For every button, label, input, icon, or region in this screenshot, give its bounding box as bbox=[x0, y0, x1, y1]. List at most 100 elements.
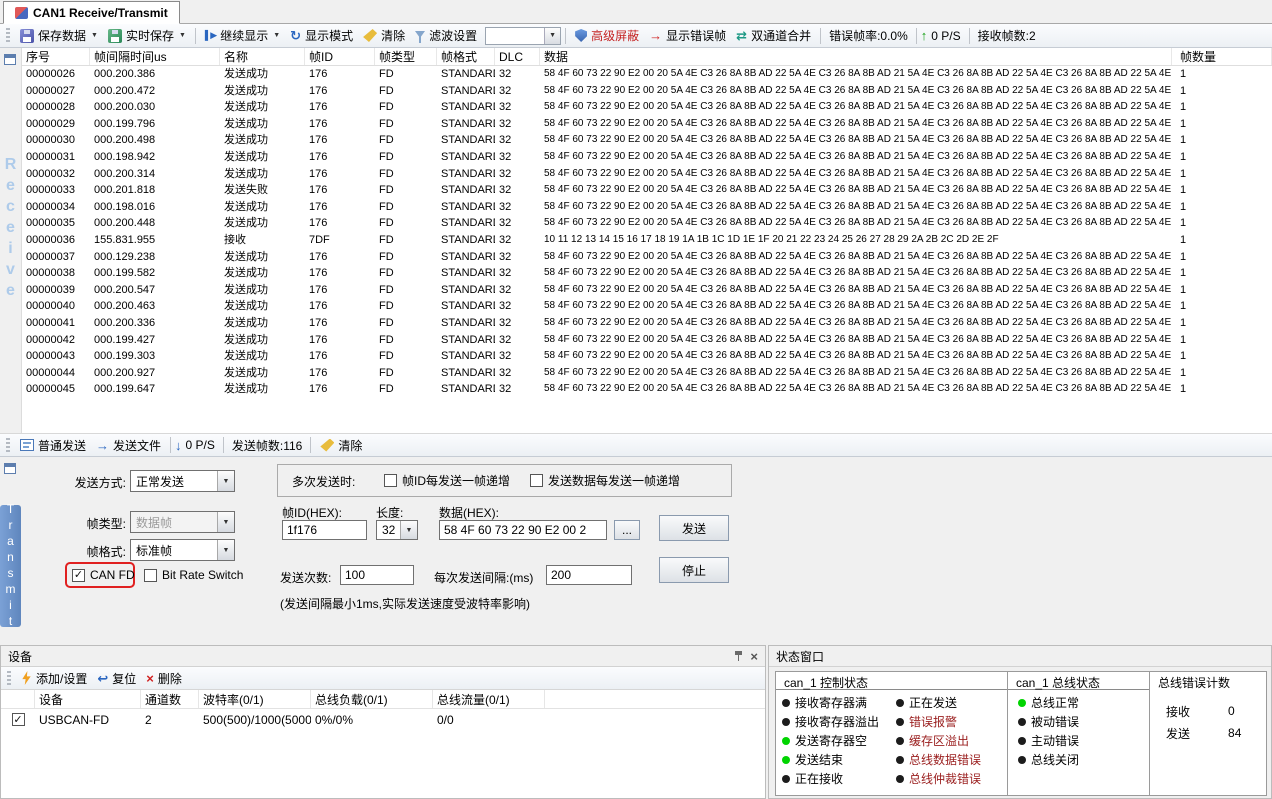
rx-col-header-count[interactable]: 帧数量 bbox=[1172, 48, 1272, 65]
rx-cell-seq: 00000044 bbox=[22, 365, 90, 382]
rx-table-row[interactable]: 00000028000.200.030发送成功176FDSTANDARD3258… bbox=[22, 99, 1272, 116]
dual-channel-merge-button[interactable]: ⇄ 双通道合并 bbox=[731, 25, 816, 46]
id-increase-checkbox-row[interactable]: 帧ID每发送一帧递增 bbox=[384, 472, 510, 489]
rx-table-row[interactable]: 00000031000.198.942发送成功176FDSTANDARD3258… bbox=[22, 149, 1272, 166]
rx-table-row[interactable]: 00000033000.201.818发送失败176FDSTANDARD3258… bbox=[22, 182, 1272, 199]
rx-table-row[interactable]: 00000042000.199.427发送成功176FDSTANDARD3258… bbox=[22, 332, 1272, 349]
reset-button[interactable]: ↩ 复位 bbox=[92, 668, 141, 689]
filter-settings-button[interactable]: 滤波设置 bbox=[410, 25, 482, 46]
window-restore-icon[interactable] bbox=[4, 54, 16, 65]
control-status-title: can_1 控制状态 bbox=[776, 672, 1007, 690]
window-restore-icon[interactable] bbox=[4, 463, 16, 474]
continue-display-button[interactable]: ▌▶ 继续显示 ▼ bbox=[200, 25, 285, 46]
rx-cell-count: 1 bbox=[1172, 348, 1272, 365]
rx-col-header-name[interactable]: 名称 bbox=[220, 48, 305, 65]
canfd-checkbox[interactable] bbox=[72, 569, 85, 582]
add-settings-button[interactable]: 添加/设置 bbox=[16, 668, 92, 689]
status-dot bbox=[896, 756, 904, 764]
brs-checkbox[interactable] bbox=[144, 569, 157, 582]
chevron-down-icon[interactable]: ▼ bbox=[91, 32, 98, 39]
chevron-down-icon[interactable]: ▼ bbox=[217, 540, 234, 560]
device-col-device[interactable]: 设备 bbox=[35, 690, 141, 708]
clear-button[interactable]: 清除 bbox=[358, 25, 410, 46]
rx-table-row[interactable]: 00000032000.200.314发送成功176FDSTANDARD3258… bbox=[22, 166, 1272, 183]
tab-can1-receive-transmit[interactable]: CAN1 Receive/Transmit bbox=[3, 1, 180, 24]
transmit-vertical-tab[interactable]: Transmit bbox=[0, 505, 21, 627]
rx-table-row[interactable]: 00000040000.200.463发送成功176FDSTANDARD3258… bbox=[22, 298, 1272, 315]
save-data-button[interactable]: 保存数据 ▼ bbox=[15, 25, 103, 46]
rx-col-header-seq[interactable]: 序号 bbox=[22, 48, 90, 65]
rx-col-header-format[interactable]: 帧格式 bbox=[437, 48, 495, 65]
more-data-button[interactable]: ... bbox=[614, 520, 640, 540]
chevron-down-icon[interactable]: ▼ bbox=[273, 32, 280, 39]
rx-table-row[interactable]: 00000041000.200.336发送成功176FDSTANDARD3258… bbox=[22, 315, 1272, 332]
data-hex-input[interactable] bbox=[439, 520, 607, 540]
rx-table-row[interactable]: 00000029000.199.796发送成功176FDSTANDARD3258… bbox=[22, 116, 1272, 133]
chevron-down-icon[interactable]: ▼ bbox=[217, 471, 234, 491]
display-mode-button[interactable]: ↻ 显示模式 bbox=[285, 25, 358, 46]
rx-cell-name: 发送成功 bbox=[220, 99, 305, 116]
rx-table-row[interactable]: 00000035000.200.448发送成功176FDSTANDARD3258… bbox=[22, 215, 1272, 232]
rx-cell-type: FD bbox=[375, 381, 437, 398]
rx-col-header-id[interactable]: 帧ID bbox=[305, 48, 375, 65]
rx-table-row[interactable]: 00000030000.200.498发送成功176FDSTANDARD3258… bbox=[22, 132, 1272, 149]
data-increase-checkbox-row[interactable]: 发送数据每发送一帧递增 bbox=[530, 472, 680, 489]
send-button[interactable]: 发送 bbox=[659, 515, 729, 541]
rx-table-row[interactable]: 00000044000.200.927发送成功176FDSTANDARD3258… bbox=[22, 365, 1272, 382]
device-col-baud[interactable]: 波特率(0/1) bbox=[199, 690, 311, 708]
frame-type-select[interactable]: 数据帧 ▼ bbox=[130, 511, 235, 533]
receive-vertical-tab[interactable]: Receive bbox=[1, 156, 21, 303]
frame-format-select[interactable]: 标准帧 ▼ bbox=[130, 539, 235, 561]
send-mode-label: 发送方式: bbox=[58, 474, 126, 491]
toolbar-grip[interactable] bbox=[6, 438, 10, 453]
error-count-label: 发送 bbox=[1166, 725, 1190, 742]
normal-send-button[interactable]: 普通发送 bbox=[15, 435, 91, 456]
rx-table-row[interactable]: 00000027000.200.472发送成功176FDSTANDARD3258… bbox=[22, 83, 1272, 100]
rx-col-header-interval[interactable]: 帧间隔时间us bbox=[90, 48, 220, 65]
send-mode-select[interactable]: 正常发送 ▼ bbox=[130, 470, 235, 492]
chevron-down-icon[interactable]: ▼ bbox=[400, 521, 417, 539]
rx-table-row[interactable]: 00000043000.199.303发送成功176FDSTANDARD3258… bbox=[22, 348, 1272, 365]
pin-icon[interactable] bbox=[734, 650, 744, 662]
rx-table-row[interactable]: 00000034000.198.016发送成功176FDSTANDARD3258… bbox=[22, 199, 1272, 216]
length-select[interactable]: 32 ▼ bbox=[376, 520, 418, 540]
rx-col-header-type[interactable]: 帧类型 bbox=[375, 48, 437, 65]
rx-cell-id: 176 bbox=[305, 215, 375, 232]
device-col-channels[interactable]: 通道数 bbox=[141, 690, 199, 708]
rx-table-row[interactable]: 00000038000.199.582发送成功176FDSTANDARD3258… bbox=[22, 265, 1272, 282]
chevron-down-icon[interactable]: ▼ bbox=[179, 32, 186, 39]
rx-col-header-data[interactable]: 数据 bbox=[540, 48, 1172, 65]
stop-button[interactable]: 停止 bbox=[659, 557, 729, 583]
device-checkbox[interactable] bbox=[12, 713, 25, 726]
filter-combo[interactable]: ▼ bbox=[485, 27, 561, 45]
rx-table-row[interactable]: 00000036155.831.955接收7DFFDSTANDARD3210 1… bbox=[22, 232, 1272, 249]
id-increase-checkbox[interactable] bbox=[384, 474, 397, 487]
canfd-checkbox-row[interactable]: CAN FD bbox=[72, 568, 135, 582]
chevron-down-icon[interactable]: ▼ bbox=[217, 512, 234, 532]
rx-table-row[interactable]: 00000039000.200.547发送成功176FDSTANDARD3258… bbox=[22, 282, 1272, 299]
frame-id-input[interactable] bbox=[282, 520, 367, 540]
frame-type-label: 帧类型: bbox=[58, 515, 126, 532]
status-label: 发送寄存器空 bbox=[795, 732, 867, 749]
show-error-frames-button[interactable]: → 显示错误帧 bbox=[644, 25, 731, 46]
delete-button[interactable]: × 删除 bbox=[141, 668, 187, 689]
send-times-input[interactable] bbox=[340, 565, 414, 585]
device-col-flow[interactable]: 总线流量(0/1) bbox=[433, 690, 545, 708]
brs-checkbox-row[interactable]: Bit Rate Switch bbox=[144, 568, 243, 582]
toolbar-grip[interactable] bbox=[6, 28, 10, 43]
toolbar-grip[interactable] bbox=[7, 671, 11, 686]
advanced-mask-button[interactable]: 高级屏蔽 bbox=[570, 25, 644, 46]
interval-input[interactable] bbox=[546, 565, 632, 585]
chevron-down-icon[interactable]: ▼ bbox=[544, 28, 560, 44]
data-increase-checkbox[interactable] bbox=[530, 474, 543, 487]
rx-table-row[interactable]: 00000026000.200.386发送成功176FDSTANDARD3258… bbox=[22, 66, 1272, 83]
close-icon[interactable]: × bbox=[750, 650, 758, 663]
device-table-row[interactable]: USBCAN-FD 2 500(500)/1000(5000) 0%/0% 0/… bbox=[1, 709, 765, 730]
rx-table-row[interactable]: 00000045000.199.647发送成功176FDSTANDARD3258… bbox=[22, 381, 1272, 398]
device-col-load[interactable]: 总线负载(0/1) bbox=[311, 690, 433, 708]
rx-col-header-dlc[interactable]: DLC bbox=[495, 48, 540, 65]
realtime-save-button[interactable]: 实时保存 ▼ bbox=[103, 25, 191, 46]
rx-table-row[interactable]: 00000037000.129.238发送成功176FDSTANDARD3258… bbox=[22, 249, 1272, 266]
send-file-button[interactable]: → 发送文件 bbox=[91, 435, 166, 456]
transmit-clear-button[interactable]: 清除 bbox=[315, 435, 367, 456]
